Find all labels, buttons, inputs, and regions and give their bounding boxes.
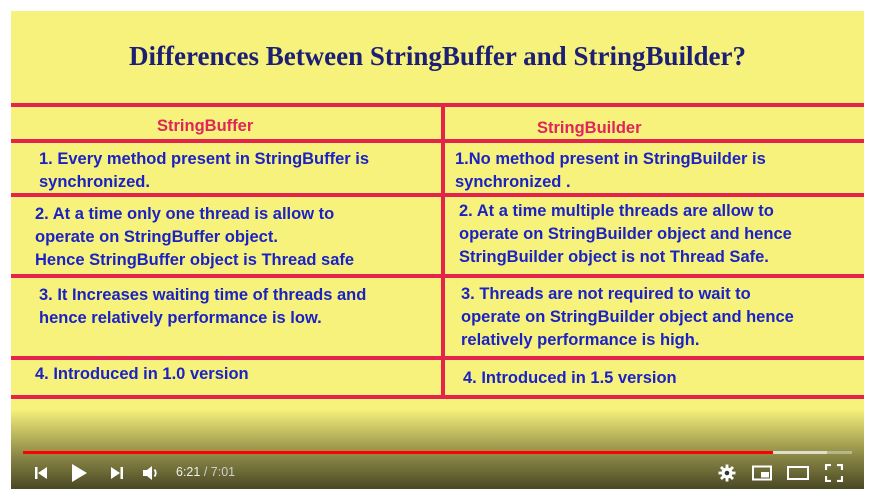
skip-next-button[interactable] — [105, 460, 129, 486]
table-cell-right: 3. Threads are not required to wait to o… — [461, 283, 794, 352]
duration: 7:01 — [210, 465, 236, 479]
video-player[interactable]: Differences Between StringBuffer and Str… — [11, 11, 864, 489]
play-button[interactable] — [66, 460, 92, 486]
table-divider — [11, 356, 864, 360]
cell-line: relatively performance is high. — [461, 331, 700, 349]
cell-line: 3. It Increases waiting time of threads … — [39, 286, 367, 304]
fullscreen-icon — [825, 464, 843, 482]
table-cell-left: 2. At a time only one thread is allow to… — [35, 203, 354, 272]
cell-line: 4. Introduced in 1.5 version — [463, 369, 677, 387]
cell-line: Hence StringBuffer object is Thread safe — [35, 251, 355, 269]
fullscreen-button[interactable] — [822, 460, 846, 486]
table-divider — [11, 139, 864, 143]
time-separator: / — [203, 465, 208, 479]
cell-line: synchronized . — [455, 173, 571, 191]
table-column-divider — [441, 103, 445, 399]
time-display: 6:21 / 7:01 — [176, 465, 235, 479]
table-cell-left: 3. It Increases waiting time of threads … — [39, 284, 366, 330]
miniplayer-button[interactable] — [750, 460, 774, 486]
cell-line: operate on StringBuilder object and henc… — [461, 308, 794, 326]
cell-line: 1.No method present in StringBuilder is — [455, 150, 766, 168]
volume-button[interactable] — [139, 460, 163, 486]
cell-line: 1. Every method present in StringBuffer … — [39, 150, 370, 168]
table-cell-right: 2. At a time multiple threads are allow … — [459, 200, 792, 269]
cell-line: 2. At a time only one thread is allow to — [35, 205, 335, 223]
table-border-top — [11, 103, 864, 107]
cell-line: synchronized. — [39, 173, 150, 191]
cell-line: hence relatively performance is low. — [39, 309, 322, 327]
volume-icon — [143, 466, 157, 480]
skip-previous-icon — [35, 467, 47, 479]
skip-previous-button[interactable] — [29, 460, 53, 486]
table-cell-left: 4. Introduced in 1.0 version — [35, 363, 249, 386]
table-cell-left: 1. Every method present in StringBuffer … — [39, 148, 369, 194]
table-border-bottom — [11, 395, 864, 399]
cell-line: 4. Introduced in 1.0 version — [35, 365, 249, 383]
gear-icon — [718, 464, 736, 482]
progress-bar[interactable] — [23, 451, 852, 454]
slide-title: Differences Between StringBuffer and Str… — [129, 41, 746, 71]
cell-line: 3. Threads are not required to wait to — [461, 285, 751, 303]
comparison-table: StringBuffer StringBuilder 1. Every meth… — [11, 103, 864, 399]
cell-line: StringBuilder object is not Thread Safe. — [459, 248, 769, 266]
play-icon — [72, 464, 87, 482]
table-divider — [11, 274, 864, 278]
table-cell-right: 1.No method present in StringBuilder is … — [455, 148, 766, 194]
miniplayer-icon — [752, 465, 772, 481]
skip-next-icon — [111, 467, 123, 479]
column-header-stringbuilder: StringBuilder — [537, 119, 642, 137]
theater-mode-icon — [787, 466, 809, 480]
column-header-stringbuffer: StringBuffer — [157, 117, 254, 135]
cell-line: operate on StringBuffer object. — [35, 228, 278, 246]
table-cell-right: 4. Introduced in 1.5 version — [463, 367, 677, 390]
cell-line: operate on StringBuilder object and henc… — [459, 225, 792, 243]
settings-button[interactable] — [715, 460, 739, 486]
current-time: 6:21 — [176, 465, 201, 479]
cell-line: 2. At a time multiple threads are allow … — [459, 202, 774, 220]
theater-mode-button[interactable] — [785, 460, 811, 486]
progress-played — [23, 451, 774, 454]
